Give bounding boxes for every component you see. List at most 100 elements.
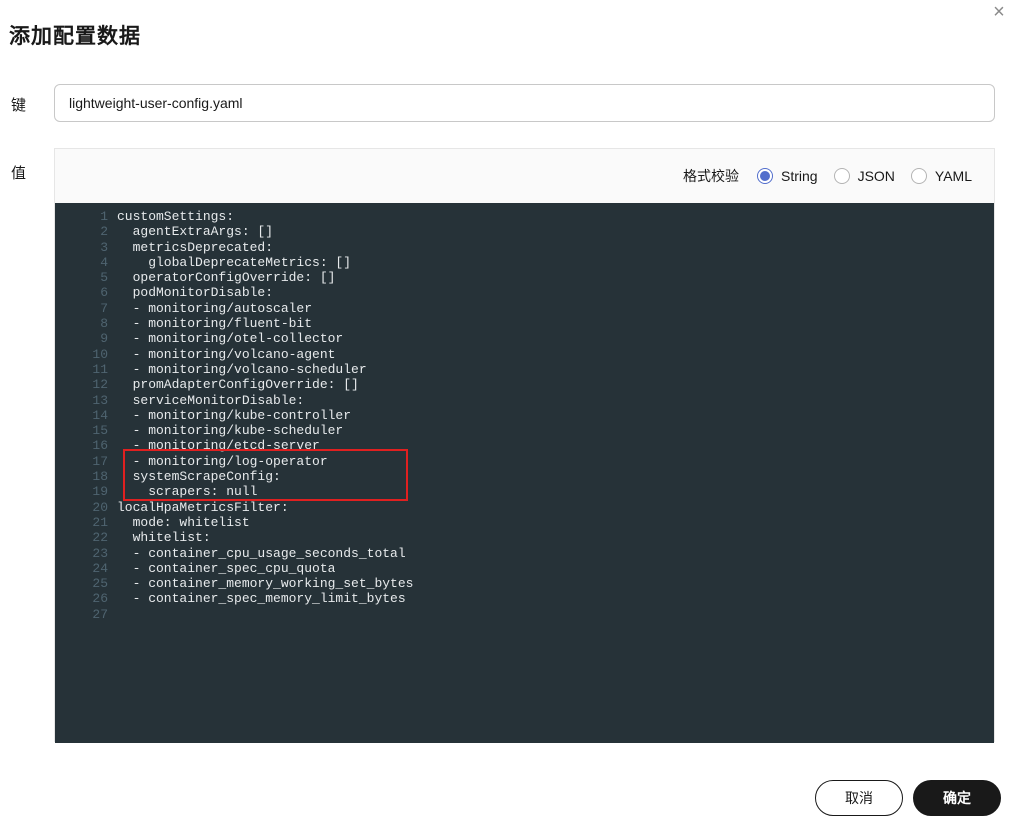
code-line: 25 - container_memory_working_set_bytes [55,576,994,591]
code-line: 8 - monitoring/fluent-bit [55,316,994,331]
line-text: mode: whitelist [117,514,250,530]
radio-unchecked-icon[interactable] [910,168,927,184]
format-radio-string[interactable]: String [756,168,826,184]
line-text: whitelist: [117,530,211,546]
code-line: 4 globalDeprecateMetrics: [] [55,255,994,270]
code-line: 12 promAdapterConfigOverride: [] [55,377,994,392]
line-number: 3 [100,239,108,255]
code-line: 1 customSettings: [55,209,994,224]
code-line: 17 - monitoring/log-operator [55,454,994,469]
line-number: 24 [92,560,108,576]
line-number: 17 [92,453,108,469]
line-text: serviceMonitorDisable: [117,392,305,408]
code-line: 2 agentExtraArgs: [] [55,224,994,239]
line-text: operatorConfigOverride: [] [117,270,336,286]
code-line: 6 podMonitorDisable: [55,285,994,300]
confirm-button[interactable]: 确定 [913,780,1001,816]
line-number: 20 [92,499,108,515]
line-number: 26 [92,591,108,607]
code-line: 24 - container_spec_cpu_quota [55,561,994,576]
code-editor[interactable]: 1 customSettings: 2 agentExtraArgs: [] 3 me… [55,203,994,743]
line-number: 14 [92,407,108,423]
line-text: customSettings: [117,209,235,224]
line-number: 15 [92,423,108,439]
line-number: 10 [92,346,108,362]
code-lines: 1 customSettings: 2 agentExtraArgs: [] 3 me… [55,203,994,622]
line-text: - container_spec_memory_limit_bytes [117,591,406,607]
line-number: 7 [100,300,108,316]
line-text: scrapers: null [117,484,258,500]
line-number: 4 [100,254,108,270]
key-input[interactable] [54,84,995,122]
line-number: 22 [92,530,108,546]
line-number: 23 [92,545,108,561]
line-number: 19 [92,484,108,500]
code-line: 27 [55,607,994,622]
line-number: 18 [92,469,108,485]
radio-unchecked-icon[interactable] [833,168,850,184]
line-text: metricsDeprecated: [117,239,274,255]
code-line: 10 - monitoring/volcano-agent [55,347,994,362]
line-number: 27 [92,606,108,622]
format-option-label: JSON [857,168,895,184]
key-label: 键 [11,97,27,114]
line-text: - monitoring/etcd-server [117,438,320,454]
code-line: 26 - container_spec_memory_limit_bytes [55,591,994,606]
line-number: 12 [92,377,108,393]
code-line: 15 - monitoring/kube-scheduler [55,423,994,438]
line-number: 25 [92,576,108,592]
radio-checked-icon[interactable] [756,168,773,184]
line-text: - monitoring/fluent-bit [117,316,313,332]
code-line: 9 - monitoring/otel-collector [55,331,994,346]
line-text: - container_memory_working_set_bytes [117,576,414,592]
format-option-label: String [780,168,818,184]
code-line: 22 whitelist: [55,530,994,545]
line-number: 1 [100,209,108,224]
code-line: 23 - container_cpu_usage_seconds_total [55,546,994,561]
code-line: 19 scrapers: null [55,484,994,499]
value-label: 值 [11,165,27,182]
code-line: 11 - monitoring/volcano-scheduler [55,362,994,377]
cancel-button[interactable]: 取消 [815,780,903,816]
line-number: 6 [100,285,108,301]
line-text: - monitoring/kube-controller [117,407,352,423]
line-text: promAdapterConfigOverride: [] [117,377,359,393]
format-radio-yaml[interactable]: YAML [910,168,972,184]
line-text: - monitoring/autoscaler [117,300,313,316]
line-text: - container_spec_cpu_quota [117,560,336,576]
code-line: 21 mode: whitelist [55,515,994,530]
line-text: agentExtraArgs: [] [117,224,274,240]
line-number: 8 [100,316,108,332]
line-text: systemScrapeConfig: [117,469,281,485]
value-editor: 格式校验 String JSON YAML 1 customSettings: 2 … [54,148,995,743]
line-number: 11 [92,361,108,377]
line-text: - monitoring/volcano-agent [117,346,336,362]
format-check-bar: 格式校验 String JSON YAML [55,149,994,203]
format-option-label: YAML [934,168,972,184]
close-icon[interactable]: × [989,2,1009,22]
format-radio-json[interactable]: JSON [833,168,903,184]
line-text: podMonitorDisable: [117,285,274,301]
line-text: - container_cpu_usage_seconds_total [117,545,406,561]
line-text: - monitoring/kube-scheduler [117,423,344,439]
code-line: 20 localHpaMetricsFilter: [55,500,994,515]
line-number: 16 [92,438,108,454]
code-line: 3 metricsDeprecated: [55,240,994,255]
code-line: 18 systemScrapeConfig: [55,469,994,484]
line-number: 9 [100,331,108,347]
line-number: 5 [100,270,108,286]
code-line: 14 - monitoring/kube-controller [55,408,994,423]
line-text: globalDeprecateMetrics: [] [117,254,352,270]
line-text: - monitoring/volcano-scheduler [117,361,367,377]
dialog-title: 添加配置数据 [9,25,141,48]
line-number: 21 [92,514,108,530]
code-line: 16 - monitoring/etcd-server [55,438,994,453]
line-text: localHpaMetricsFilter: [117,499,289,515]
line-text: - monitoring/otel-collector [117,331,344,347]
format-check-label: 格式校验 [682,168,739,184]
code-line: 5 operatorConfigOverride: [] [55,270,994,285]
line-number: 2 [100,224,108,240]
code-line: 7 - monitoring/autoscaler [55,301,994,316]
add-config-dialog: 添加配置数据 × 键 值 格式校验 String JSON YAML 1 cust… [0,0,1021,816]
line-text: - monitoring/log-operator [117,453,328,469]
